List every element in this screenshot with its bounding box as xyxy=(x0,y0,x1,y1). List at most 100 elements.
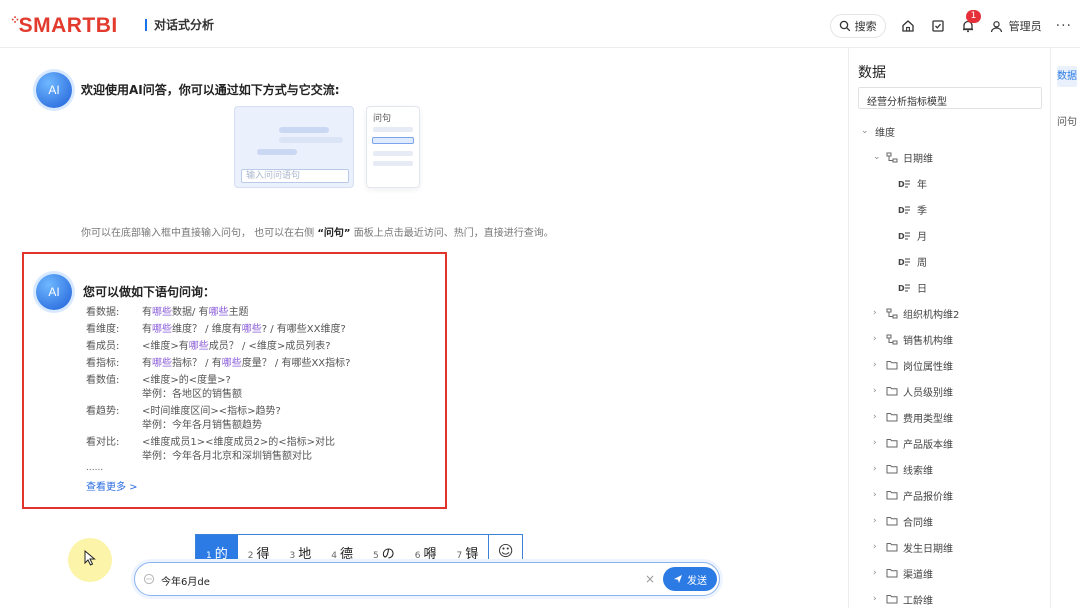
tree-node[interactable]: › 岗位属性维 xyxy=(873,352,953,378)
example-text: 有 xyxy=(142,358,152,369)
illustration-side-title: 问句 xyxy=(373,114,392,124)
folder-icon xyxy=(886,386,898,396)
folder-icon xyxy=(886,568,898,578)
tree-node[interactable]: › 发生日期维 xyxy=(873,534,953,560)
tree-node[interactable]: › 销售机构维 xyxy=(873,326,953,352)
tree-node-label: 产品版本维 xyxy=(903,439,953,451)
example-value[interactable]: <时间维度区间><指标>趋势? 举例：今年各月销售额趋势 xyxy=(142,405,281,433)
data-panel-title: 数据 xyxy=(858,65,886,81)
header-actions: 搜索 1 管理员 ··· xyxy=(829,10,1072,38)
tree-node-label: 费用类型维 xyxy=(903,413,953,425)
folder-icon xyxy=(886,360,898,370)
see-more-link[interactable]: 查看更多 > xyxy=(86,478,138,493)
chevron-right-icon[interactable]: › xyxy=(873,360,883,370)
candidate-number: 1 xyxy=(206,551,212,561)
search-button[interactable]: 搜索 xyxy=(829,14,886,38)
tree-node[interactable]: › 工龄维 xyxy=(873,586,933,608)
chevron-right-icon[interactable]: › xyxy=(873,438,883,448)
example-text: 有 xyxy=(142,324,152,335)
checklist-icon xyxy=(931,20,944,32)
send-label: 发送 xyxy=(687,575,707,587)
smiley-icon: ☺ xyxy=(497,542,514,560)
tree-node-label: 岗位属性维 xyxy=(903,361,953,373)
hierarchy-icon xyxy=(886,308,898,319)
candidate-text: 地 xyxy=(298,547,312,562)
date-level-icon: D xyxy=(898,283,912,292)
date-level-icon: D xyxy=(898,179,912,188)
notifications-button[interactable]: 1 xyxy=(960,10,982,34)
notification-badge: 1 xyxy=(965,10,982,23)
example-value[interactable]: 有哪些数据/ 有哪些主题 xyxy=(142,306,249,320)
search-label: 搜索 xyxy=(854,20,877,33)
example-value[interactable]: <维度>有哪些成员？ / <维度>成员列表? xyxy=(142,340,331,354)
folder-icon xyxy=(886,464,898,474)
tree-node[interactable]: ⌄ 维度 xyxy=(861,118,895,144)
logo[interactable]: ⁘SMARTBI xyxy=(10,13,118,38)
example-text: <时间维度区间><指标>趋势? xyxy=(142,406,281,417)
example-text: <维度成员1><维度成员2>的<指标>对比 xyxy=(142,437,335,448)
tree-node[interactable]: › 产品版本维 xyxy=(873,430,953,456)
chevron-down-icon[interactable]: ⌄ xyxy=(873,152,883,162)
tree-node[interactable]: › 组织机构维2 xyxy=(873,300,959,326)
candidate-number: 2 xyxy=(247,551,254,561)
more-button[interactable]: ··· xyxy=(1056,18,1072,34)
svg-text:D: D xyxy=(898,206,905,214)
chevron-right-icon[interactable]: › xyxy=(873,334,883,344)
candidate-number: 3 xyxy=(289,551,296,561)
chevron-right-icon[interactable]: › xyxy=(873,568,883,578)
example-value[interactable]: <维度成员1><维度成员2>的<指标>对比 举例：今年各月北京和深圳销售额对比 xyxy=(142,436,335,464)
tab-questions[interactable]: 问句 xyxy=(1057,116,1077,129)
tree-node[interactable]: D年 xyxy=(885,170,927,196)
example-sample: 举例：今年各月销售额趋势 xyxy=(142,420,262,431)
send-button[interactable]: 发送 xyxy=(663,567,717,591)
module-title: 对话式分析 xyxy=(145,19,214,31)
example-value[interactable]: <维度>的<度量>? 举例：各地区的销售额 xyxy=(142,374,242,402)
candidate-number: 7 xyxy=(456,551,463,561)
tree-node[interactable]: › 合同维 xyxy=(873,508,933,534)
tree-node[interactable]: › 渠道维 xyxy=(873,560,933,586)
example-key: 看数值: xyxy=(86,375,120,386)
chevron-right-icon[interactable]: › xyxy=(873,542,883,552)
clear-input-icon[interactable]: × xyxy=(645,572,655,586)
tasks-button[interactable] xyxy=(930,18,946,34)
tree-node[interactable]: › 产品报价维 xyxy=(873,482,953,508)
candidate-text: の xyxy=(381,547,395,562)
chevron-right-icon[interactable]: › xyxy=(873,594,883,604)
example-value[interactable]: 有哪些指标？ / 有哪些度量？ / 有哪些XX指标? xyxy=(142,357,350,371)
tree-node-label: 销售机构维 xyxy=(903,335,953,347)
example-sample: 举例：今年各月北京和深圳销售额对比 xyxy=(142,451,312,462)
tree-node[interactable]: › 人员级别维 xyxy=(873,378,953,404)
folder-icon xyxy=(886,490,898,500)
home-button[interactable] xyxy=(900,18,916,34)
tree-node[interactable]: D周 xyxy=(885,248,927,274)
tree-node-label: 月 xyxy=(917,231,927,243)
chevron-right-icon[interactable]: › xyxy=(873,412,883,422)
chevron-right-icon[interactable]: › xyxy=(873,516,883,526)
illustration-line xyxy=(373,161,413,166)
chevron-right-icon[interactable]: › xyxy=(873,464,883,474)
tab-data[interactable]: 数据 xyxy=(1057,66,1077,87)
question-input[interactable] xyxy=(161,571,631,589)
tree-node-label: 组织机构维2 xyxy=(903,309,960,321)
folder-icon xyxy=(886,438,898,448)
example-value[interactable]: 有哪些维度？ / 维度有哪些? / 有哪些XX维度? xyxy=(142,323,346,337)
chevron-right-icon[interactable]: › xyxy=(873,308,883,318)
illustration-line xyxy=(373,151,413,156)
illustration-input: 输入问问语句 xyxy=(241,169,349,183)
tree-node[interactable]: › 费用类型维 xyxy=(873,404,953,430)
user-menu[interactable]: 管理员 xyxy=(990,18,1042,34)
tree-node-label: 工龄维 xyxy=(903,595,933,607)
tree-node-label: 线索维 xyxy=(903,465,933,477)
candidate-number: 6 xyxy=(414,551,421,561)
chevron-down-icon[interactable]: ⌄ xyxy=(861,126,871,136)
model-selector[interactable]: 经营分析指标模型 xyxy=(858,87,1042,109)
tree-node[interactable]: › 线索维 xyxy=(873,456,933,482)
tree-node[interactable]: D季 xyxy=(885,196,927,222)
tree-node[interactable]: D日 xyxy=(885,274,927,300)
tree-node[interactable]: D月 xyxy=(885,222,927,248)
chevron-right-icon[interactable]: › xyxy=(873,490,883,500)
tree-node[interactable]: ⌄ 日期维 xyxy=(873,144,933,170)
examples-title: 您可以做如下语句问询： xyxy=(83,285,216,299)
ellipsis: ...... xyxy=(86,463,104,473)
chevron-right-icon[interactable]: › xyxy=(873,386,883,396)
